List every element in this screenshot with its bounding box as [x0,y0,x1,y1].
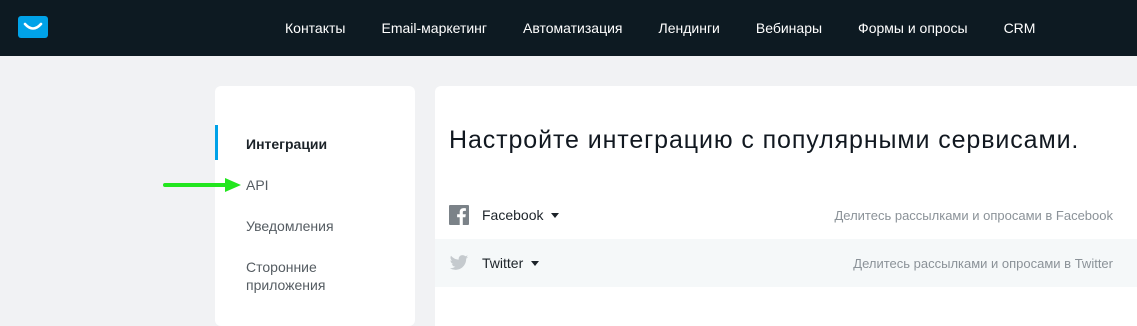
annotation-arrow-icon [163,178,243,192]
sidebar-item-third-party-apps[interactable]: Сторонние приложения [246,258,366,294]
nav-item-landings[interactable]: Лендинги [641,20,738,36]
chevron-down-icon [531,260,540,266]
nav-item-contacts[interactable]: Контакты [268,20,363,36]
facebook-dropdown[interactable]: Facebook [482,207,560,223]
facebook-label: Facebook [482,207,544,223]
integration-row-twitter: Twitter Делитесь рассылками и опросами в… [435,239,1137,287]
facebook-icon [449,205,469,225]
top-navigation-bar: Контакты Email-маркетинг Автоматизация Л… [0,0,1137,56]
nav-item-automation[interactable]: Автоматизация [505,20,640,36]
twitter-icon [449,253,469,273]
active-item-marker [215,125,218,160]
twitter-dropdown[interactable]: Twitter [482,255,540,271]
sidebar-item-integrations[interactable]: Интеграции [246,135,366,153]
twitter-label: Twitter [482,255,524,271]
nav-item-webinars[interactable]: Вебинары [738,20,840,36]
nav-item-crm[interactable]: CRM [986,20,1054,36]
nav-item-email-marketing[interactable]: Email-маркетинг [363,20,505,36]
settings-sidebar: Интеграции API Уведомления Сторонние при… [215,86,415,326]
facebook-description: Делитесь рассылками и опросами в Faceboo… [834,207,1113,223]
nav-item-forms-surveys[interactable]: Формы и опросы [840,20,986,36]
logo-icon[interactable] [18,16,48,38]
twitter-description: Делитесь рассылками и опросами в Twitter [853,255,1113,271]
main-nav: Контакты Email-маркетинг Автоматизация Л… [268,0,1053,56]
integrations-panel: Настройте интеграцию с популярными серви… [435,86,1137,326]
sidebar-item-notifications[interactable]: Уведомления [246,217,366,235]
page-title: Настройте интеграцию с популярными серви… [449,126,1080,154]
sidebar-item-api[interactable]: API [246,176,366,194]
chevron-down-icon [551,212,560,218]
integration-row-facebook: Facebook Делитесь рассылками и опросами … [435,191,1137,239]
